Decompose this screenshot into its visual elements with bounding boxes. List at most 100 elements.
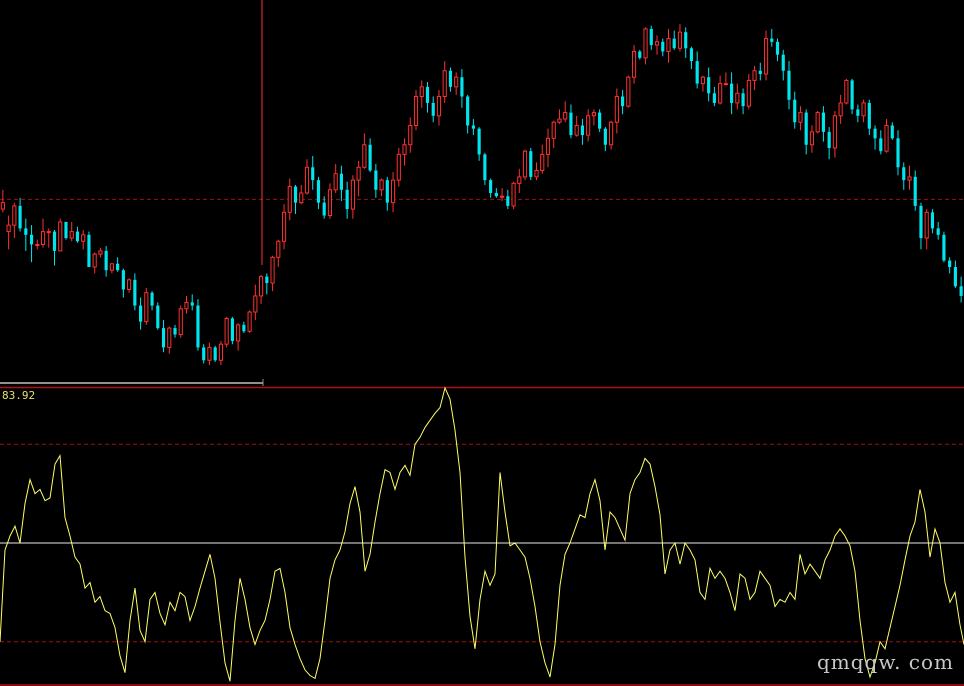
candle-body: [861, 102, 866, 117]
candle-body: [844, 79, 849, 104]
candle-body: [781, 54, 785, 71]
oscillator-panel: [0, 386, 964, 686]
candle-body: [649, 28, 653, 46]
candle-body: [718, 83, 723, 104]
candle-body: [746, 79, 751, 107]
candle-body: [654, 41, 660, 46]
candle-body: [396, 153, 401, 181]
candle-body: [948, 260, 952, 267]
candle-body: [69, 231, 74, 239]
candle-body: [522, 150, 528, 178]
candle-body: [563, 112, 568, 120]
candle-body: [741, 93, 745, 107]
candle-body: [763, 38, 769, 75]
candle-body: [173, 328, 177, 335]
candle-body: [489, 180, 493, 193]
candle-body: [379, 179, 384, 191]
candle-body: [809, 131, 815, 146]
candle-body: [827, 131, 831, 148]
candle-body: [156, 305, 160, 329]
candle-body: [832, 115, 837, 149]
candle-body: [545, 137, 551, 155]
candle-body: [350, 179, 355, 210]
candle-body: [838, 102, 843, 117]
candle-body: [534, 169, 539, 178]
candle-body: [408, 124, 413, 146]
candle-body: [700, 76, 705, 85]
oscillator-series-line: [0, 386, 964, 682]
candle-body: [614, 96, 619, 123]
candle-body: [798, 112, 803, 123]
watermark-text: qmqqw. com: [816, 650, 954, 674]
candle-body: [224, 317, 229, 345]
candle-body: [890, 125, 894, 139]
candlestick-panel: [0, 0, 964, 389]
candle-body: [133, 279, 137, 306]
candle-body: [322, 202, 326, 216]
candle-body: [884, 124, 889, 152]
candle-body: [242, 324, 246, 332]
chart-canvas: [0, 0, 964, 686]
candle-body: [196, 305, 200, 348]
candle-body: [287, 186, 292, 213]
candle-body: [311, 167, 315, 181]
candle-body: [327, 189, 333, 217]
candle-body: [666, 38, 671, 52]
candle-body: [29, 234, 34, 245]
candle-body: [924, 211, 929, 239]
candle-body: [643, 28, 648, 59]
candle-body: [930, 212, 935, 229]
candle-body: [218, 343, 223, 361]
candle-body: [304, 166, 310, 194]
candle-body: [867, 102, 871, 129]
candle-body: [109, 263, 114, 271]
candle-body: [551, 121, 556, 139]
candle-body: [339, 173, 343, 190]
candle-body: [92, 253, 97, 268]
candle-body: [574, 124, 579, 136]
candle-body: [856, 109, 860, 116]
candle-body: [127, 279, 132, 291]
candle-body: [230, 318, 234, 341]
candle-body: [190, 302, 194, 306]
candle-body: [333, 173, 338, 191]
candle-body: [362, 144, 367, 168]
candle-body: [116, 263, 120, 271]
candle-body: [58, 221, 63, 252]
candle-body: [52, 231, 57, 251]
candle-body: [281, 211, 287, 242]
candle-body: [144, 292, 149, 323]
candle-body: [448, 70, 453, 87]
candle-body: [907, 176, 912, 181]
candle-body: [213, 347, 217, 361]
candle-body: [609, 121, 614, 146]
candle-body: [677, 31, 683, 49]
oscillator-value-label: 83.92: [2, 389, 36, 402]
candle-body: [689, 48, 694, 62]
candle-body: [477, 128, 481, 155]
candle-body: [672, 38, 676, 49]
candle-body: [942, 234, 946, 261]
candle-body: [586, 115, 591, 136]
candle-body: [529, 151, 533, 177]
candle-body: [436, 96, 442, 117]
candle-body: [46, 231, 51, 234]
candle-body: [793, 99, 797, 123]
candle-body: [161, 328, 166, 348]
candle-body: [236, 324, 241, 342]
candle-body: [723, 83, 728, 86]
candle-body: [500, 195, 505, 198]
candle-body: [787, 70, 791, 100]
candle-body: [419, 86, 424, 97]
candle-body: [35, 243, 40, 246]
candle-body: [413, 96, 419, 126]
candle-body: [0, 202, 5, 210]
candle-body: [540, 153, 545, 171]
candle-body: [896, 138, 900, 168]
candle-body: [167, 327, 172, 348]
candle-body: [6, 224, 11, 233]
candle-body: [598, 112, 602, 129]
candle-body: [775, 41, 780, 55]
candle-body: [873, 128, 877, 139]
candle-body: [707, 77, 711, 94]
